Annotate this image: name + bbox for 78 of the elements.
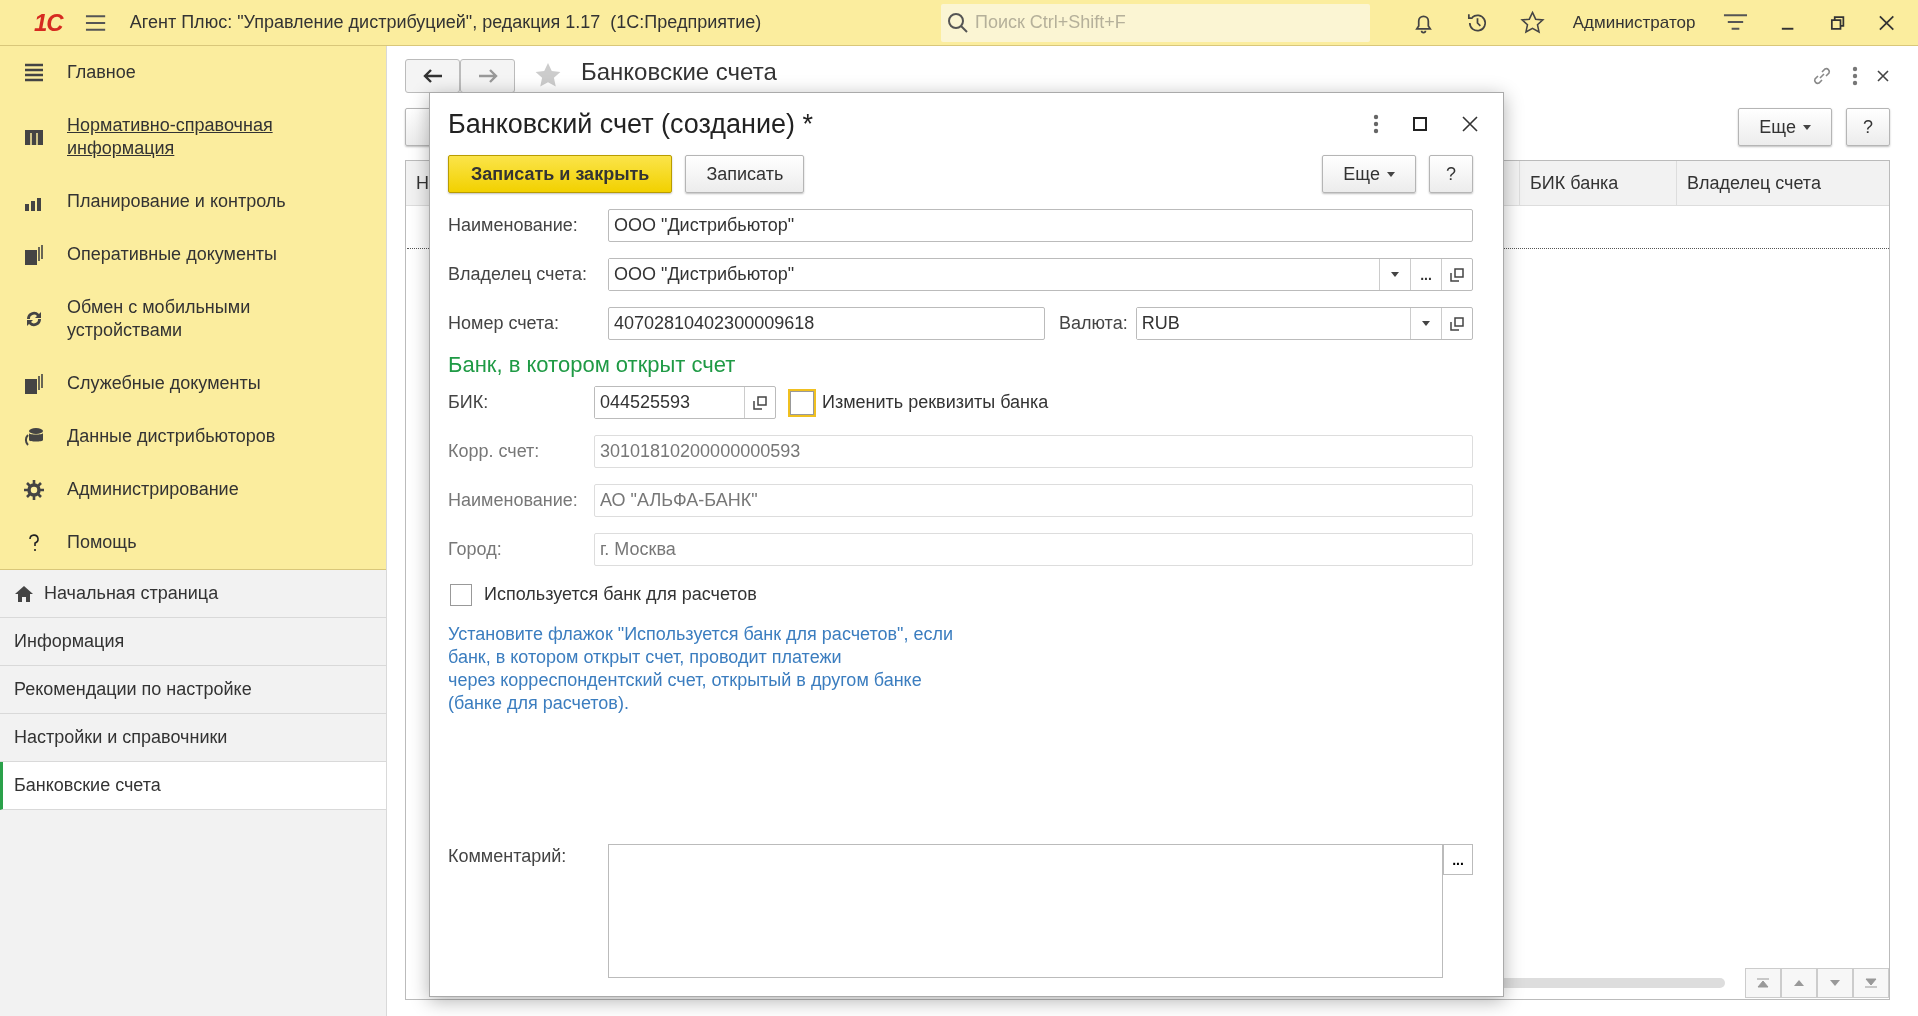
- scroll-down-button[interactable]: [1817, 968, 1853, 998]
- search-field[interactable]: Поиск Ctrl+Shift+F: [940, 3, 1370, 42]
- documents-icon: [23, 372, 45, 395]
- open-window-tab[interactable]: Информация: [0, 618, 386, 666]
- scroll-up-icon: [1792, 978, 1806, 988]
- select-button[interactable]: ...: [1443, 844, 1473, 875]
- scroll-down-icon: [1828, 978, 1842, 988]
- scroll-bottom-icon: [1864, 978, 1878, 988]
- section-link[interactable]: Главное: [67, 61, 136, 84]
- input-field[interactable]: 40702810402300009618: [608, 307, 1045, 340]
- window-title: Агент Плюс: "Управление дистрибуцией", редакция 1.17 (1С:Предприятие): [129, 12, 763, 33]
- field-label: Наименование:: [448, 215, 579, 236]
- search-icon: [946, 11, 969, 34]
- open-window-tab[interactable]: Начальная страница: [0, 570, 386, 618]
- save-button[interactable]: Записать: [685, 155, 805, 193]
- column-header[interactable]: Владелец счета: [1677, 161, 1889, 205]
- bik-field[interactable]: 044525593: [594, 386, 776, 419]
- scroll-bottom-button[interactable]: [1853, 968, 1889, 998]
- checkbox[interactable]: [790, 390, 814, 415]
- scroll-top-button[interactable]: [1745, 968, 1781, 998]
- field-label: Корр. счет:: [448, 441, 541, 462]
- dialog-title: Банковский счет (создание) *: [448, 108, 814, 140]
- caret-icon: [1803, 125, 1811, 131]
- select-button[interactable]: ...: [1410, 259, 1441, 290]
- more-button[interactable]: Еще: [1738, 108, 1832, 146]
- column-header[interactable]: БИК банка: [1520, 161, 1677, 205]
- section-link[interactable]: Служебные документы: [67, 372, 261, 395]
- section-link[interactable]: Планирование и контроль: [67, 190, 286, 213]
- maximize-icon[interactable]: [1413, 117, 1427, 131]
- field-label: БИК:: [448, 392, 490, 413]
- input-field[interactable]: ООО "Дистрибьютор": [608, 209, 1473, 242]
- more-icon[interactable]: [1852, 66, 1858, 86]
- checkbox-label[interactable]: Изменить реквизиты банка: [822, 392, 1049, 413]
- more-button[interactable]: Еще: [1322, 155, 1416, 193]
- help-button[interactable]: ?: [1429, 155, 1473, 193]
- comment-field[interactable]: [608, 844, 1443, 978]
- field-label: Город:: [448, 539, 503, 560]
- scroll-top-icon: [1756, 978, 1770, 988]
- select-field[interactable]: ООО "Дистрибьютор" ...: [608, 258, 1473, 291]
- list-icon: [23, 61, 45, 84]
- scroll-up-button[interactable]: [1781, 968, 1817, 998]
- section-link[interactable]: Нормативно-справочная информация: [67, 114, 366, 160]
- open-window-tab[interactable]: Рекомендации по настройке: [0, 666, 386, 714]
- select-field[interactable]: RUB: [1135, 307, 1473, 340]
- database-icon: [23, 425, 45, 448]
- home-icon: [14, 584, 34, 603]
- caret-icon: [1387, 172, 1395, 178]
- hint-text: Установите флажок "Используется банк для расчетов", если банк, в котором открыт счет, проводит платежи через корреспондентский счет, открытый в другом банке (банке для расчетов).: [448, 623, 955, 715]
- forward-arrow-icon: [477, 69, 498, 83]
- logo: 1С: [34, 8, 63, 37]
- checkbox[interactable]: [450, 583, 472, 606]
- back-arrow-icon: [422, 69, 443, 83]
- close-icon[interactable]: [1876, 69, 1890, 83]
- close-icon[interactable]: [1461, 115, 1479, 133]
- documents-icon: [23, 243, 45, 266]
- section-link[interactable]: Данные дистрибьюторов: [67, 425, 276, 448]
- section-link[interactable]: Обмен с мобильными устройствами: [67, 296, 366, 342]
- section-link[interactable]: Оперативные документы: [67, 243, 278, 266]
- user-name[interactable]: Администратор: [1572, 12, 1696, 33]
- field-label: Номер счета:: [448, 313, 561, 334]
- field-label: Владелец счета:: [448, 264, 588, 285]
- menu-icon[interactable]: [84, 13, 106, 32]
- field-label: Валюта:: [1059, 313, 1128, 334]
- star-icon[interactable]: [1519, 9, 1545, 36]
- field-label: Комментарий:: [448, 845, 568, 867]
- search-input[interactable]: Поиск Ctrl+Shift+F: [972, 11, 1357, 34]
- gear-icon: [23, 478, 45, 501]
- open-window-tab[interactable]: Банковские счета: [0, 762, 386, 810]
- checkbox-label[interactable]: Используется банк для расчетов: [484, 584, 757, 605]
- form-title: Банковские счета: [581, 58, 777, 86]
- save-and-close-button[interactable]: Записать и закрыть: [448, 155, 673, 193]
- section-link[interactable]: Помощь: [67, 531, 137, 554]
- back-button[interactable]: [405, 59, 460, 93]
- section-link[interactable]: Администрирование: [67, 478, 239, 501]
- field-label: Наименование:: [448, 490, 579, 511]
- help-button[interactable]: ?: [1846, 108, 1890, 146]
- more-icon[interactable]: [1373, 114, 1379, 134]
- section-heading: Банк, в котором открыт счет: [448, 352, 737, 378]
